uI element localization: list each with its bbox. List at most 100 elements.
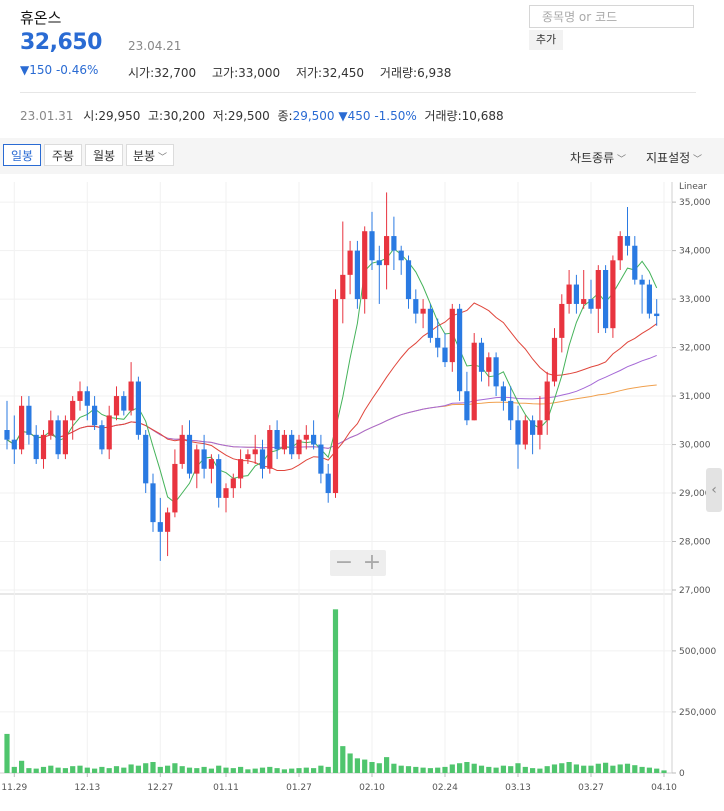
volume-bar <box>457 763 463 773</box>
candle-body <box>186 434 193 474</box>
candle-body <box>172 463 178 513</box>
zoom-in-button[interactable]: + <box>358 550 386 576</box>
volume-bar <box>289 768 295 773</box>
volume-tick-label: 500,000 <box>679 647 716 657</box>
candle-body <box>318 444 324 474</box>
candle-body <box>654 313 660 317</box>
candle-body <box>508 400 514 421</box>
candle-body <box>559 303 565 338</box>
volume-bar <box>150 762 156 773</box>
add-button[interactable]: 추가 <box>529 30 563 50</box>
candle-body <box>573 284 579 304</box>
tab-minute[interactable]: 분봉 ﹀ <box>126 144 174 166</box>
indicator-label: 지표설정 <box>646 151 691 165</box>
volume-bar <box>639 766 645 773</box>
volume-bar <box>238 766 244 773</box>
volume-bar <box>274 768 280 773</box>
candle-body <box>238 459 244 479</box>
candle-body <box>340 274 346 300</box>
candle-body <box>617 236 623 261</box>
zoom-out-button[interactable]: − <box>330 550 358 576</box>
tab-daily[interactable]: 일봉 <box>3 144 41 166</box>
volume-bar <box>420 767 426 773</box>
volume-bar <box>581 765 587 773</box>
price-date: 23.04.21 <box>128 39 182 53</box>
volume-bar <box>55 767 61 773</box>
volume-bar <box>340 746 346 773</box>
volume-bar <box>216 765 222 773</box>
volume-bar <box>223 767 229 773</box>
volume-bar <box>427 768 433 773</box>
candle-body <box>296 439 302 455</box>
zoom-control: − + <box>330 550 386 576</box>
volume-bar <box>179 766 185 773</box>
tab-monthly[interactable]: 월봉 <box>85 144 123 166</box>
search-input[interactable] <box>540 9 694 25</box>
volume-bar <box>143 763 149 773</box>
volume-bar <box>435 767 441 773</box>
hover-open-label: 시 <box>83 109 95 123</box>
volume-bar <box>486 766 492 773</box>
candle-body <box>427 308 433 338</box>
hover-info: 23.01.31 시:29,950 고:30,200 저:29,500 종:29… <box>20 109 504 123</box>
volume-bar <box>398 765 404 773</box>
hover-change: ▼450 -1.50% <box>338 109 417 123</box>
volume-bar <box>362 759 368 773</box>
volume-bar <box>384 757 390 773</box>
volume-bar <box>135 765 141 773</box>
volume-tick-label: 0 <box>679 769 685 779</box>
price-change: ▼150 -0.46% <box>20 63 99 77</box>
volume-bar <box>617 764 623 773</box>
candle-body <box>478 342 485 372</box>
volume-bar <box>128 764 134 773</box>
volume-bar <box>11 766 17 773</box>
volume-bar <box>84 767 90 773</box>
candle-body <box>165 512 171 532</box>
high-label: 고가 <box>211 66 235 80</box>
price-chart[interactable]: 27,00028,00029,00030,00031,00032,00033,0… <box>0 182 724 811</box>
open-value: 32,700 <box>154 66 197 80</box>
hover-open: 29,950 <box>98 109 141 123</box>
candle-body <box>500 386 506 401</box>
volume-bar <box>354 758 360 773</box>
tab-weekly[interactable]: 주봉 <box>44 144 82 166</box>
candle-body <box>420 308 426 314</box>
candle-body <box>157 522 163 532</box>
volume-bar <box>281 769 287 773</box>
candle-body <box>471 342 477 421</box>
low-label: 저가 <box>295 66 319 80</box>
volume-bar <box>442 766 448 773</box>
high-value: 33,000 <box>238 66 281 80</box>
candle-body <box>216 459 222 498</box>
volume-bar <box>646 767 652 773</box>
volume-bar <box>624 763 631 773</box>
candle-body <box>646 284 652 314</box>
hover-close-label: 종 <box>277 109 289 123</box>
panel-toggle-button[interactable]: ‹ <box>706 468 722 512</box>
hover-volume-label: 거래량 <box>424 109 458 123</box>
volume-bar <box>559 763 565 773</box>
volume-bar <box>610 765 616 773</box>
volume-bar <box>551 764 558 773</box>
chevron-left-icon: ‹ <box>711 482 717 498</box>
volume-bar <box>603 762 609 773</box>
price-tick-label: 31,000 <box>679 392 711 402</box>
volume-tick-label: 250,000 <box>679 708 716 718</box>
candle-body <box>398 250 404 261</box>
candle-body <box>92 405 98 426</box>
candle-body <box>493 357 499 387</box>
date-tick-label: 01.11 <box>213 783 239 793</box>
date-tick-label: 12.27 <box>147 783 173 793</box>
candle-body <box>530 420 536 435</box>
chart-type-menu[interactable]: 차트종류 ﹀ <box>570 149 626 166</box>
indicator-menu[interactable]: 지표설정 ﹀ <box>646 149 702 166</box>
price-tick-label: 34,000 <box>679 247 711 257</box>
candle-body <box>603 270 609 329</box>
candle-body <box>303 434 309 440</box>
search-box[interactable] <box>529 5 694 28</box>
candle-body <box>537 420 543 435</box>
volume-bar <box>157 766 163 773</box>
volume-bar <box>40 766 47 773</box>
open-item: 시가:32,700 <box>128 66 197 80</box>
candle-body <box>230 478 236 489</box>
